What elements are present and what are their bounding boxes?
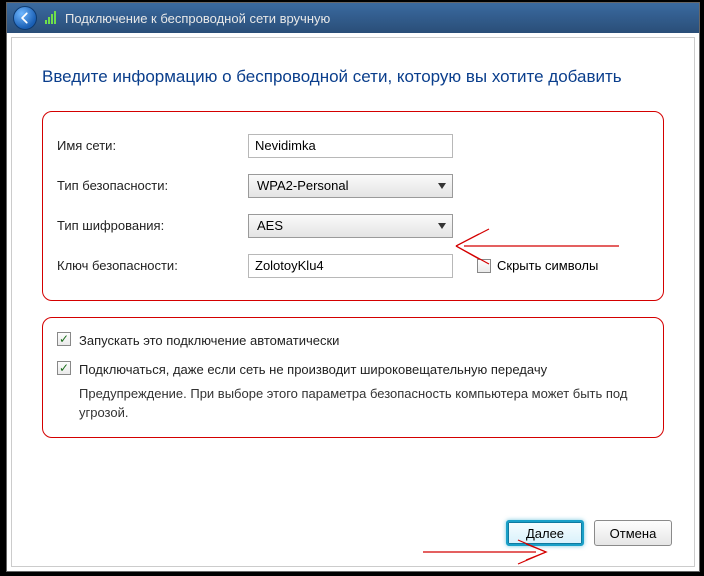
connect-hidden-label: Подключаться, даже если сеть не производ… xyxy=(79,361,547,379)
security-type-label: Тип безопасности: xyxy=(43,178,248,193)
hide-chars-label: Скрыть символы xyxy=(497,258,598,273)
security-key-label: Ключ безопасности: xyxy=(43,258,248,273)
security-key-input[interactable] xyxy=(248,254,453,278)
content-panel: Введите информацию о беспроводной сети, … xyxy=(11,37,695,567)
page-heading: Введите информацию о беспроводной сети, … xyxy=(42,66,664,89)
chevron-down-icon xyxy=(438,223,446,229)
options-group: Запускать это подключение автоматически … xyxy=(42,317,664,438)
cancel-button[interactable]: Отмена xyxy=(594,520,672,546)
titlebar: Подключение к беспроводной сети вручную xyxy=(7,3,699,33)
wizard-window: Подключение к беспроводной сети вручную … xyxy=(6,2,700,572)
encryption-type-value: AES xyxy=(257,218,283,233)
ssid-label: Имя сети: xyxy=(43,138,248,153)
auto-connect-label: Запускать это подключение автоматически xyxy=(79,332,339,350)
encryption-type-combo[interactable]: AES xyxy=(248,214,453,238)
ssid-input[interactable] xyxy=(248,134,453,158)
security-type-value: WPA2-Personal xyxy=(257,178,349,193)
hide-chars-checkbox[interactable] xyxy=(477,259,491,273)
encryption-type-label: Тип шифрования: xyxy=(43,218,248,233)
chevron-down-icon xyxy=(438,183,446,189)
auto-connect-checkbox[interactable] xyxy=(57,332,71,346)
security-type-combo[interactable]: WPA2-Personal xyxy=(248,174,453,198)
network-form-group: Имя сети: Тип безопасности: WPA2-Persona… xyxy=(42,111,664,301)
back-button[interactable] xyxy=(13,6,37,30)
warning-text: Предупреждение. При выборе этого парамет… xyxy=(79,385,645,423)
arrow-left-icon xyxy=(18,11,32,25)
connect-hidden-checkbox[interactable] xyxy=(57,361,71,375)
footer-buttons: Далее Отмена xyxy=(506,520,672,546)
next-button[interactable]: Далее xyxy=(506,520,584,546)
window-title: Подключение к беспроводной сети вручную xyxy=(65,11,330,26)
wireless-icon xyxy=(43,10,59,26)
